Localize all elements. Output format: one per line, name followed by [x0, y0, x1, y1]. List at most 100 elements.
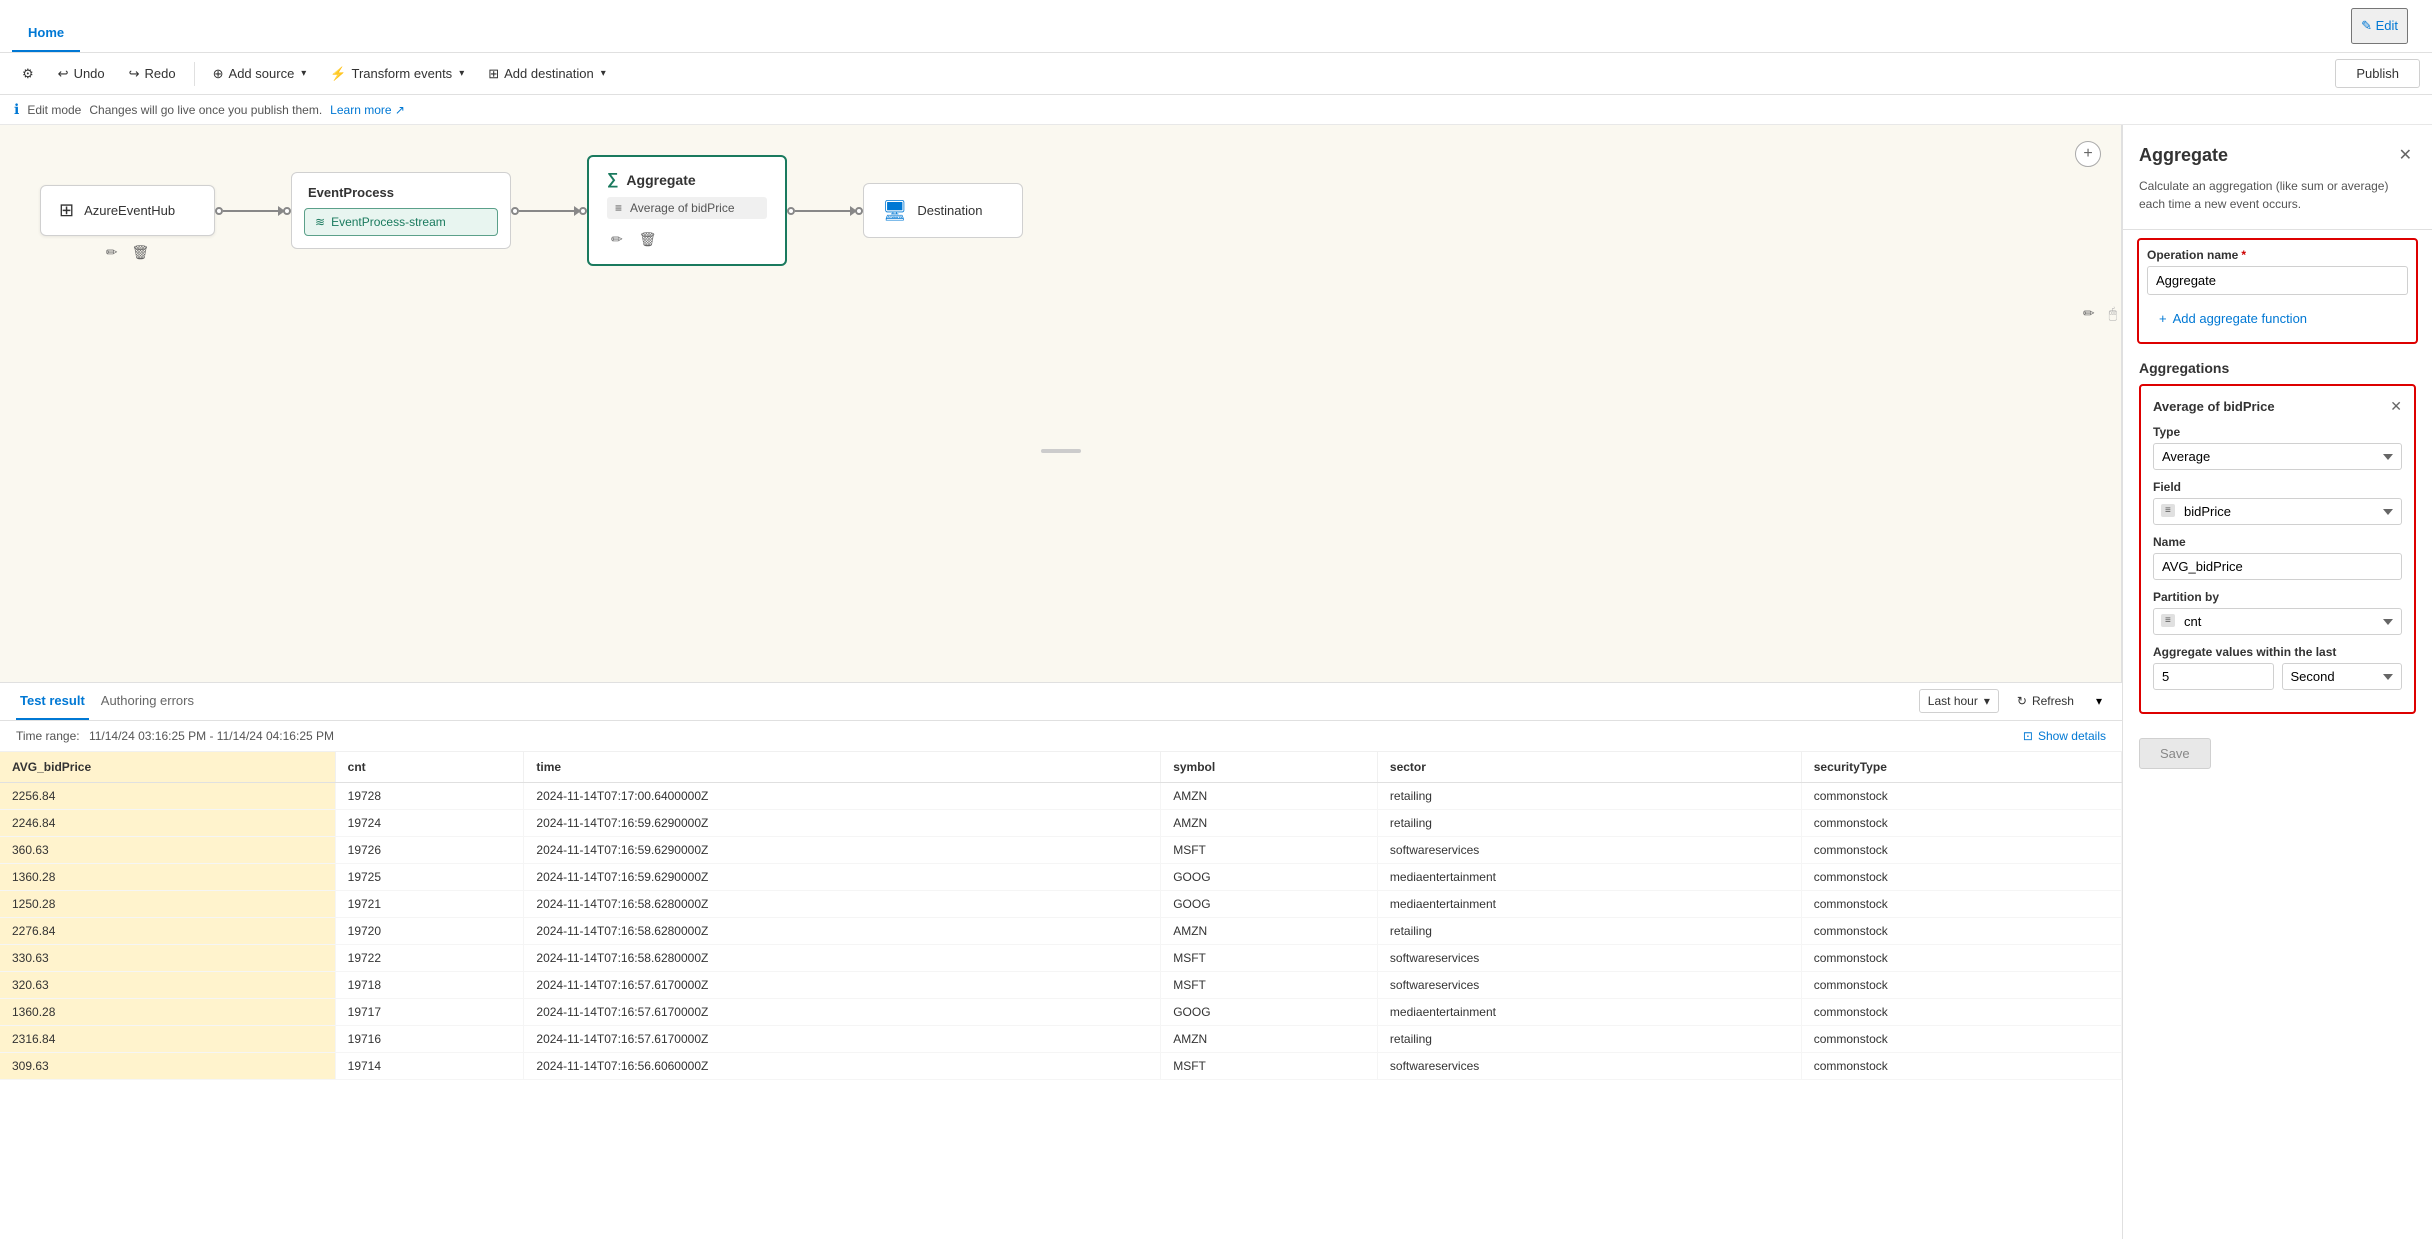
- expand-button[interactable]: ▾: [2092, 690, 2106, 712]
- transform-events-button[interactable]: ⚡ Transform events ▾: [320, 60, 474, 88]
- publish-button[interactable]: Publish: [2335, 59, 2420, 88]
- table-cell: 2024-11-14T07:16:58.6280000Z: [524, 917, 1161, 944]
- divider-1: [2123, 229, 2432, 230]
- table-cell: GOOG: [1161, 863, 1378, 890]
- table-cell: commonstock: [1801, 917, 2121, 944]
- panel-close-button[interactable]: ✕: [2395, 141, 2416, 169]
- table-cell: commonstock: [1801, 1052, 2121, 1079]
- table-row: 2246.84197242024-11-14T07:16:59.6290000Z…: [0, 809, 2122, 836]
- table-cell: commonstock: [1801, 971, 2121, 998]
- field-group: Field bidPrice ≡: [2153, 480, 2402, 525]
- table-cell: 320.63: [0, 971, 335, 998]
- table-row: 1250.28197212024-11-14T07:16:58.6280000Z…: [0, 890, 2122, 917]
- stream-icon: ≋: [315, 215, 325, 229]
- node-aggregate[interactable]: ∑ Aggregate ≡ Average of bidPrice ✏ 🗑: [587, 155, 787, 266]
- table-cell: 2024-11-14T07:16:59.6290000Z: [524, 809, 1161, 836]
- undo-icon: ↩: [58, 66, 69, 82]
- field-select[interactable]: bidPrice: [2153, 498, 2402, 525]
- edit-aggregate-btn[interactable]: ✏: [607, 229, 627, 250]
- event-process-stream[interactable]: ≋ EventProcess-stream: [304, 208, 498, 236]
- edit-mode-bar: ℹ Edit mode Changes will go live once yo…: [0, 95, 2432, 125]
- destination-node-icon: 🖥: [882, 198, 907, 223]
- results-table-container[interactable]: AVG_bidPrice cnt time symbol sector secu…: [0, 752, 2122, 1229]
- table-cell: mediaentertainment: [1377, 998, 1801, 1025]
- partition-by-select[interactable]: cnt: [2153, 608, 2402, 635]
- delete-destination-btn[interactable]: 🖱: [2105, 303, 2121, 324]
- table-cell: 19724: [335, 809, 524, 836]
- tab-test-result[interactable]: Test result: [16, 683, 89, 720]
- delete-aggregate-btn[interactable]: 🗑: [635, 229, 661, 250]
- name-input[interactable]: [2153, 553, 2402, 580]
- table-row: 330.63197222024-11-14T07:16:58.6280000ZM…: [0, 944, 2122, 971]
- delete-node-azure-btn[interactable]: 🗑: [127, 242, 153, 263]
- table-cell: MSFT: [1161, 971, 1378, 998]
- edit-node-azure-btn[interactable]: ✏: [102, 242, 122, 263]
- table-row: 2316.84197162024-11-14T07:16:57.6170000Z…: [0, 1025, 2122, 1052]
- edit-button[interactable]: ✎ Edit: [2351, 8, 2408, 44]
- chevron-down-icon-3: ▾: [601, 68, 606, 79]
- node-destination[interactable]: 🖥 Destination ✏ 🖱: [863, 183, 1023, 238]
- table-cell: 2316.84: [0, 1025, 335, 1052]
- type-select[interactable]: AverageSumCountMinMax: [2153, 443, 2402, 470]
- redo-icon: ↪: [129, 66, 140, 82]
- panel-header: Aggregate ✕: [2123, 125, 2432, 177]
- table-cell: commonstock: [1801, 863, 2121, 890]
- table-row: 320.63197182024-11-14T07:16:57.6170000ZM…: [0, 971, 2122, 998]
- add-aggregate-button[interactable]: + Add aggregate function: [2147, 303, 2408, 334]
- aggregations-section: Aggregations Average of bidPrice ✕ Type …: [2123, 352, 2432, 730]
- operation-name-group: Operation name *: [2147, 248, 2408, 303]
- node-label-azure: AzureEventHub: [84, 203, 175, 218]
- time-range-info: Time range: 11/14/24 03:16:25 PM - 11/14…: [16, 729, 334, 743]
- aggregate-node-sub: ≡ Average of bidPrice: [607, 197, 767, 219]
- aggregation-card-header: Average of bidPrice ✕: [2153, 398, 2402, 415]
- time-range-value: 11/14/24 03:16:25 PM - 11/14/24 04:16:25…: [89, 729, 334, 743]
- table-cell: 2024-11-14T07:16:59.6290000Z: [524, 836, 1161, 863]
- edit-destination-btn[interactable]: ✏: [2079, 303, 2099, 324]
- edit-mode-label: Edit mode: [27, 103, 81, 117]
- redo-button[interactable]: ↪ Redo: [119, 60, 186, 88]
- table-cell: softwareservices: [1377, 971, 1801, 998]
- tab-authoring-errors[interactable]: Authoring errors: [97, 683, 198, 720]
- table-cell: commonstock: [1801, 782, 2121, 809]
- aggregation-card-title: Average of bidPrice: [2153, 399, 2275, 414]
- type-group: Type AverageSumCountMinMax: [2153, 425, 2402, 470]
- sub-icon: ≡: [615, 201, 622, 215]
- event-process-header: EventProcess: [292, 173, 510, 208]
- table-cell: 19717: [335, 998, 524, 1025]
- details-icon: ⊡: [2023, 729, 2033, 743]
- operation-name-input[interactable]: [2147, 266, 2408, 295]
- transform-icon: ⚡: [330, 66, 346, 82]
- add-destination-button[interactable]: ⊞ Add destination ▾: [478, 60, 616, 88]
- pipeline: ⊞ AzureEventHub ✏ 🗑: [0, 125, 2121, 296]
- table-cell: 2024-11-14T07:16:57.6170000Z: [524, 1025, 1161, 1052]
- partition-by-group: Partition by cnt ≡: [2153, 590, 2402, 635]
- add-source-button[interactable]: ⊕ Add source ▾: [203, 60, 317, 88]
- table-cell: 309.63: [0, 1052, 335, 1079]
- table-cell: MSFT: [1161, 1052, 1378, 1079]
- table-cell: GOOG: [1161, 890, 1378, 917]
- tab-home[interactable]: Home: [12, 15, 80, 52]
- add-node-btn[interactable]: +: [2075, 141, 2101, 167]
- settings-button[interactable]: ⚙: [12, 60, 44, 88]
- undo-button[interactable]: ↩ Undo: [48, 60, 115, 88]
- unit-select[interactable]: SecondMinuteHour: [2282, 663, 2403, 690]
- node-azure-event-hub[interactable]: ⊞ AzureEventHub ✏ 🗑: [40, 185, 215, 236]
- node-event-process[interactable]: EventProcess ≋ EventProcess-stream: [291, 172, 511, 249]
- aggregation-card-close-button[interactable]: ✕: [2390, 398, 2402, 415]
- field-label: Field: [2153, 480, 2402, 494]
- time-range-select[interactable]: Last hour ▾: [1919, 689, 1999, 713]
- table-cell: 2246.84: [0, 809, 335, 836]
- table-cell: AMZN: [1161, 917, 1378, 944]
- table-cell: MSFT: [1161, 944, 1378, 971]
- save-button[interactable]: Save: [2139, 738, 2211, 769]
- table-cell: retailing: [1377, 782, 1801, 809]
- show-details-button[interactable]: ⊡ Show details: [2023, 729, 2106, 743]
- learn-more-link[interactable]: Learn more ↗: [330, 103, 405, 117]
- table-cell: commonstock: [1801, 998, 2121, 1025]
- refresh-button[interactable]: ↻ Refresh: [2007, 690, 2084, 712]
- table-cell: 1360.28: [0, 998, 335, 1025]
- duration-input[interactable]: [2153, 663, 2274, 690]
- aggregate-node-header: ∑ Aggregate: [607, 171, 767, 189]
- table-row: 1360.28197172024-11-14T07:16:57.6170000Z…: [0, 998, 2122, 1025]
- scroll-indicator: [1041, 449, 1081, 453]
